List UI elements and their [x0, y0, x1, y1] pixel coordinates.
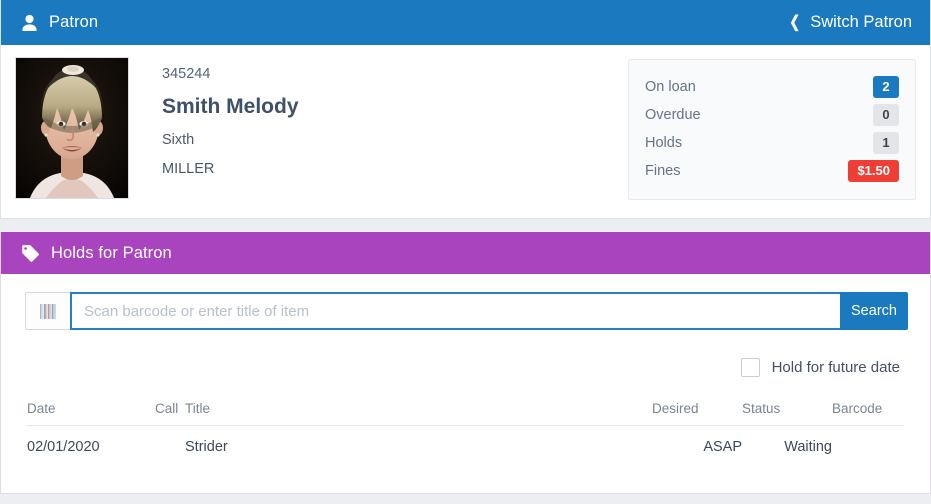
- hold-future-date-row: Hold for future date: [1, 358, 900, 377]
- switch-patron-label: Switch Patron: [810, 13, 912, 31]
- stat-label-fines: Fines: [645, 163, 681, 179]
- holds-table: Date Call Title Desired Status Barcode 0…: [27, 401, 904, 455]
- cell-barcode: [832, 426, 904, 456]
- cell-call: [155, 426, 185, 456]
- table-row[interactable]: 02/01/2020 Strider ASAP Waiting: [27, 426, 904, 456]
- column-header-date[interactable]: Date: [27, 401, 155, 426]
- holds-table-header-row: Date Call Title Desired Status Barcode: [27, 401, 904, 426]
- patron-panel-header: Patron ❮ Switch Patron: [1, 0, 930, 45]
- stat-value-holds: 1: [873, 131, 899, 155]
- holds-table-head: Date Call Title Desired Status Barcode: [27, 401, 904, 426]
- cell-date: 02/01/2020: [27, 439, 100, 455]
- column-header-desired[interactable]: Desired: [652, 401, 742, 426]
- patron-info: 345244 Smith Melody Sixth MILLER: [129, 57, 628, 178]
- stat-label-holds: Holds: [645, 135, 683, 151]
- patron-photo: [15, 57, 129, 199]
- person-icon: [21, 14, 38, 32]
- patron-card: Patron ❮ Switch Patron 345244 Smith Melo…: [0, 0, 931, 219]
- column-header-title[interactable]: Title: [185, 401, 652, 426]
- stat-row-overdue: Overdue 0: [645, 101, 899, 129]
- switch-patron-button[interactable]: ❮ Switch Patron: [788, 13, 912, 32]
- stat-row-holds: Holds 1: [645, 129, 899, 157]
- patron-id: 345244: [162, 66, 211, 82]
- hold-future-date-checkbox[interactable]: [740, 358, 760, 377]
- stat-label-overdue: Overdue: [645, 107, 701, 123]
- chevron-left-icon: ❮: [789, 13, 800, 31]
- barcode-icon: [25, 292, 70, 330]
- patron-panel-title: Patron: [49, 13, 99, 32]
- cell-title: Strider: [185, 439, 228, 455]
- stat-row-on-loan: On loan 2: [645, 73, 899, 101]
- patron-school: MILLER: [162, 160, 215, 177]
- column-header-call[interactable]: Call: [155, 401, 185, 426]
- stat-value-on-loan: 2: [873, 75, 899, 99]
- patron-panel-header-left: Patron: [21, 14, 98, 32]
- stat-value-overdue: 0: [873, 103, 899, 127]
- stat-value-fines: $1.50: [848, 159, 899, 183]
- patron-body: 345244 Smith Melody Sixth MILLER On loan…: [1, 45, 930, 218]
- column-header-status[interactable]: Status: [742, 401, 832, 426]
- stat-row-fines: Fines $1.50: [645, 157, 899, 185]
- holds-panel-header-left: Holds for Patron: [21, 244, 172, 262]
- search-input[interactable]: [70, 292, 840, 330]
- page-root: Patron ❮ Switch Patron 345244 Smith Melo…: [0, 0, 931, 504]
- column-header-barcode[interactable]: Barcode: [832, 401, 904, 426]
- cell-desired: ASAP: [703, 439, 742, 455]
- patron-name: Smith Melody: [162, 94, 299, 118]
- patron-stats-panel: On loan 2 Overdue 0 Holds 1 Fines $1.50: [628, 59, 916, 200]
- patron-grade: Sixth: [162, 132, 195, 149]
- holds-panel-title: Holds for Patron: [51, 243, 172, 262]
- search-button[interactable]: Search: [840, 292, 908, 330]
- stat-label-on-loan: On loan: [645, 79, 696, 95]
- holds-panel-header: Holds for Patron: [1, 232, 930, 274]
- holds-card: Holds for Patron Search H: [0, 232, 931, 494]
- holds-search-row: Search: [25, 292, 908, 330]
- hold-future-date-label: Hold for future date: [771, 359, 900, 376]
- holds-table-body: 02/01/2020 Strider ASAP Waiting: [27, 426, 904, 456]
- cell-status: Waiting: [784, 439, 832, 455]
- tag-icon: [21, 244, 40, 262]
